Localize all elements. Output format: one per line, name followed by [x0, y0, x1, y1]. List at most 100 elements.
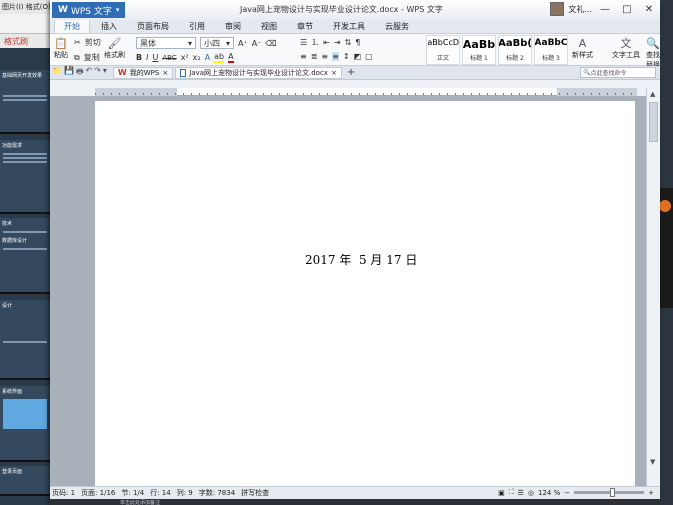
- text-effect-icon[interactable]: A: [205, 53, 210, 62]
- bg-tab[interactable]: 格式刷: [0, 34, 52, 48]
- shading-icon[interactable]: ◩: [354, 52, 362, 61]
- slide-thumbnail[interactable]: 技术 数据库设计: [0, 218, 50, 294]
- show-marks-icon[interactable]: ¶: [355, 38, 360, 47]
- zoom-in-icon[interactable]: +: [648, 489, 654, 497]
- new-style-button[interactable]: A 新样式: [572, 36, 593, 60]
- command-search[interactable]: 🔍 点此查找命令: [580, 67, 656, 78]
- date-text[interactable]: 2017 年 5 月 17 日: [305, 251, 417, 268]
- style-normal[interactable]: AaBbCcDd 正文: [426, 35, 460, 65]
- strikethrough-button[interactable]: ABC: [162, 54, 176, 62]
- style-heading-1[interactable]: AaBb 标题 1: [462, 35, 496, 65]
- border-icon[interactable]: ▢: [365, 52, 373, 61]
- document-page[interactable]: 2017 年 5 月 17 日: [95, 101, 635, 491]
- subscript-icon[interactable]: x₂: [193, 53, 201, 62]
- tab-references[interactable]: 引用: [180, 20, 214, 33]
- tab-label: Java网上宠物设计与实现毕业设计论文.docx: [189, 68, 328, 77]
- tab-review[interactable]: 审阅: [216, 20, 250, 33]
- folder-icon[interactable]: 📁: [52, 66, 62, 80]
- full-screen-icon[interactable]: ⛶: [509, 488, 514, 497]
- print-icon[interactable]: 🖶: [76, 66, 84, 80]
- numbered-list-icon[interactable]: ⒈: [311, 37, 319, 48]
- undo-icon[interactable]: ↶: [86, 66, 93, 80]
- print-layout-icon[interactable]: ▣: [498, 489, 505, 497]
- tab-chapter[interactable]: 章节: [288, 20, 322, 33]
- bullet-list-icon[interactable]: ☰: [300, 38, 307, 47]
- zoom-slider[interactable]: [574, 488, 645, 497]
- scroll-down-icon[interactable]: ▼: [650, 458, 655, 466]
- chevron-down-icon: ▾: [115, 6, 120, 14]
- save-icon[interactable]: 💾: [64, 66, 74, 80]
- text-tools-button[interactable]: 文 文字工具: [612, 36, 640, 60]
- format-painter-button[interactable]: 🖌 格式刷: [104, 36, 125, 60]
- tab-home[interactable]: 开始: [54, 19, 90, 33]
- shrink-font-icon[interactable]: A⁻: [252, 39, 262, 48]
- user-name[interactable]: 文礼...: [568, 4, 592, 15]
- copy-button[interactable]: 复制: [84, 52, 100, 63]
- style-heading-2[interactable]: AaBb( 标题 2: [498, 35, 532, 65]
- zoom-out-icon[interactable]: −: [564, 489, 570, 497]
- document-icon: [180, 68, 187, 77]
- tab-view[interactable]: 视图: [252, 20, 286, 33]
- justify-icon[interactable]: ≡: [332, 52, 339, 61]
- tab-page-layout[interactable]: 页面布局: [128, 20, 178, 33]
- web-view-icon[interactable]: ◎: [528, 489, 534, 497]
- align-left-icon[interactable]: ≡: [300, 52, 307, 61]
- minimize-button[interactable]: —: [596, 2, 614, 16]
- bold-button[interactable]: B: [136, 53, 142, 62]
- cut-button[interactable]: 剪切: [85, 37, 101, 48]
- vertical-scrollbar[interactable]: ▲ ▼: [646, 88, 660, 486]
- align-center-icon[interactable]: ≣: [311, 52, 318, 61]
- slide-thumbnail[interactable]: 功能需求: [0, 140, 50, 214]
- chevron-down-icon[interactable]: ▾: [103, 66, 107, 80]
- slide-thumbnail[interactable]: 登录页面: [0, 466, 50, 496]
- redo-icon[interactable]: ↷: [94, 66, 101, 80]
- scroll-up-icon[interactable]: ▲: [650, 90, 655, 98]
- wps-menu-button[interactable]: W WPS 文字 ▾: [52, 2, 126, 18]
- grow-font-icon[interactable]: A⁺: [238, 39, 248, 48]
- paste-button[interactable]: 📋 粘贴: [54, 36, 68, 60]
- highlight-icon[interactable]: ab: [214, 52, 225, 63]
- font-name-select[interactable]: 黑体 ▾: [136, 37, 196, 49]
- tab-cloud[interactable]: 云服务: [376, 20, 418, 33]
- outline-view-icon[interactable]: ☰: [518, 489, 524, 497]
- font-name-value: 黑体: [140, 38, 156, 48]
- close-icon[interactable]: ×: [331, 69, 337, 77]
- tab-document[interactable]: Java网上宠物设计与实现毕业设计论文.docx ×: [175, 66, 342, 79]
- maximize-button[interactable]: □: [618, 2, 636, 16]
- tab-developer[interactable]: 开发工具: [324, 20, 374, 33]
- slide-thumbnail[interactable]: 设计: [0, 300, 50, 380]
- tab-insert[interactable]: 插入: [92, 20, 126, 33]
- font-color-icon[interactable]: A: [228, 52, 234, 63]
- spell-check-toggle[interactable]: 拼写检查: [241, 488, 269, 498]
- sort-icon[interactable]: ⇅: [345, 38, 352, 47]
- slide-text: 登录页面: [2, 469, 23, 475]
- close-icon[interactable]: ×: [162, 69, 168, 77]
- avatar[interactable]: [550, 2, 565, 16]
- italic-button[interactable]: I: [146, 53, 148, 62]
- outdent-icon[interactable]: ⇤: [323, 38, 330, 47]
- title-bar[interactable]: W WPS 文字 ▾ Java网上宠物设计与实现毕业设计论文.docx - WP…: [50, 0, 660, 20]
- zoom-level[interactable]: 124 %: [538, 489, 560, 497]
- align-right-icon[interactable]: ≡: [321, 52, 328, 61]
- font-size-select[interactable]: 小四 ▾: [200, 37, 234, 49]
- tab-my-wps[interactable]: W 我的WPS ×: [112, 66, 174, 79]
- status-page[interactable]: 页码: 1: [52, 488, 75, 498]
- style-sample: AaBb(: [498, 38, 532, 49]
- status-words[interactable]: 字数: 7834: [199, 488, 235, 498]
- clear-format-icon[interactable]: ⌫: [265, 39, 276, 48]
- new-tab-button[interactable]: +: [347, 67, 355, 78]
- slide-thumbnail[interactable]: 基础网页开发效果: [0, 70, 50, 134]
- find-replace-button[interactable]: 🔍 查找替换: [646, 36, 660, 70]
- slide-text: 技术: [2, 221, 13, 227]
- close-button[interactable]: ✕: [640, 2, 658, 16]
- zoom-slider-knob[interactable]: [610, 488, 616, 497]
- underline-button[interactable]: U: [152, 53, 158, 62]
- bg-menu[interactable]: 图片(I) 格式(O): [0, 0, 52, 14]
- horizontal-ruler[interactable]: [95, 88, 637, 96]
- superscript-icon[interactable]: x²: [181, 53, 189, 62]
- line-spacing-icon[interactable]: ↕: [343, 52, 350, 61]
- indent-icon[interactable]: ⇥: [334, 38, 341, 47]
- style-heading-3[interactable]: AaBbC 标题 3: [534, 35, 568, 65]
- scroll-thumb[interactable]: [649, 102, 658, 142]
- slide-thumbnail[interactable]: 系统界面: [0, 386, 50, 462]
